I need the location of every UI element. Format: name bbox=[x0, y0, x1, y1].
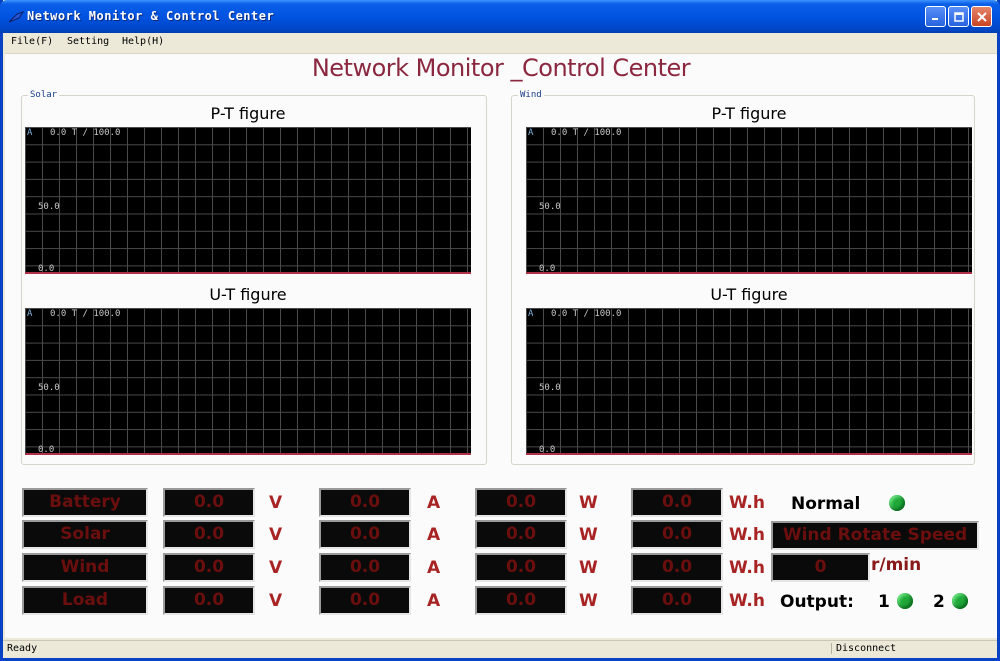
axis-top-label: 0.0 T / 100.0 bbox=[551, 128, 622, 138]
unit-wh: W.h bbox=[729, 525, 765, 545]
unit-v: V bbox=[269, 525, 283, 545]
normal-led-icon bbox=[889, 495, 905, 511]
value-wind-wh: 0.0 bbox=[631, 553, 723, 582]
axis-top-label: 0.0 T / 100.0 bbox=[50, 309, 121, 319]
output-1-led-icon bbox=[897, 593, 913, 609]
window-title: Network Monitor & Control Center bbox=[27, 9, 275, 23]
value-battery-w: 0.0 bbox=[475, 488, 567, 517]
value-wind-v: 0.0 bbox=[163, 553, 255, 582]
row-label-battery: Battery bbox=[22, 488, 148, 517]
status-bar: Ready Disconnect bbox=[3, 640, 997, 658]
axis-mid-label: 50.0 bbox=[539, 383, 561, 393]
status-connection: Disconnect bbox=[831, 643, 995, 654]
value-load-v: 0.0 bbox=[163, 586, 255, 615]
solar-group: Solar P-T figure A 0.0 T / 100.0 50.0 0.… bbox=[21, 90, 487, 465]
wind-group-label: Wind bbox=[518, 90, 544, 100]
trace-line bbox=[25, 453, 471, 455]
value-load-a: 0.0 bbox=[319, 586, 411, 615]
output-1-label: 1 bbox=[878, 592, 890, 612]
unit-v: V bbox=[269, 591, 283, 611]
axis-unit: A bbox=[528, 128, 534, 138]
maximize-icon[interactable] bbox=[948, 6, 969, 27]
unit-a: A bbox=[427, 591, 441, 611]
unit-w: W bbox=[579, 591, 598, 611]
axis-mid-label: 50.0 bbox=[38, 202, 60, 212]
wind-speed-unit: r/min bbox=[871, 555, 922, 575]
wind-speed-label: Wind Rotate Speed bbox=[771, 521, 979, 550]
unit-a: A bbox=[427, 493, 441, 513]
axis-unit: A bbox=[528, 309, 534, 319]
status-ready: Ready bbox=[7, 643, 38, 654]
unit-v: V bbox=[269, 558, 283, 578]
output-2-label: 2 bbox=[933, 592, 945, 612]
menu-setting[interactable]: Setting bbox=[67, 36, 109, 47]
value-battery-a: 0.0 bbox=[319, 488, 411, 517]
menu-help[interactable]: Help(H) bbox=[122, 36, 164, 47]
wind-ut-title: U-T figure bbox=[710, 285, 788, 304]
value-solar-a: 0.0 bbox=[319, 520, 411, 549]
unit-w: W bbox=[579, 525, 598, 545]
output-2-led-icon bbox=[952, 593, 968, 609]
unit-w: W bbox=[579, 558, 598, 578]
wind-speed-value: 0 bbox=[771, 553, 870, 582]
axis-top-label: 0.0 T / 100.0 bbox=[50, 128, 121, 138]
value-battery-v: 0.0 bbox=[163, 488, 255, 517]
main-window: Network Monitor & Control Center File(F)… bbox=[0, 0, 1000, 661]
row-label-load: Load bbox=[22, 586, 148, 615]
solar-ut-title: U-T figure bbox=[209, 285, 287, 304]
unit-a: A bbox=[427, 558, 441, 578]
value-solar-v: 0.0 bbox=[163, 520, 255, 549]
value-load-w: 0.0 bbox=[475, 586, 567, 615]
value-wind-w: 0.0 bbox=[475, 553, 567, 582]
row-label-solar: Solar bbox=[22, 520, 148, 549]
value-battery-wh: 0.0 bbox=[631, 488, 723, 517]
status-normal: Normal bbox=[791, 494, 861, 514]
close-icon[interactable] bbox=[971, 6, 992, 27]
trace-line bbox=[526, 453, 972, 455]
unit-wh: W.h bbox=[729, 558, 765, 578]
client-area: Network Monitor _Control Center Solar P-… bbox=[5, 53, 997, 638]
menu-bar: File(F) Setting Help(H) bbox=[3, 33, 997, 52]
trace-line bbox=[25, 272, 471, 274]
wind-pt-title: P-T figure bbox=[711, 104, 787, 123]
output-label: Output: bbox=[780, 592, 854, 612]
unit-a: A bbox=[427, 525, 441, 545]
axis-mid-label: 50.0 bbox=[38, 383, 60, 393]
wind-group: Wind P-T figure A 0.0 T / 100.0 50.0 0.0… bbox=[511, 90, 975, 465]
solar-ut-chart: A 0.0 T / 100.0 50.0 0.0 bbox=[25, 308, 471, 455]
unit-w: W bbox=[579, 493, 598, 513]
wind-pt-chart: A 0.0 T / 100.0 50.0 0.0 bbox=[526, 127, 972, 274]
app-icon bbox=[8, 11, 24, 23]
wind-ut-chart: A 0.0 T / 100.0 50.0 0.0 bbox=[526, 308, 972, 455]
unit-wh: W.h bbox=[729, 493, 765, 513]
value-load-wh: 0.0 bbox=[631, 586, 723, 615]
solar-pt-title: P-T figure bbox=[210, 104, 286, 123]
axis-mid-label: 50.0 bbox=[539, 202, 561, 212]
axis-unit: A bbox=[27, 128, 33, 138]
value-wind-a: 0.0 bbox=[319, 553, 411, 582]
axis-top-label: 0.0 T / 100.0 bbox=[551, 309, 622, 319]
unit-v: V bbox=[269, 493, 283, 513]
value-solar-w: 0.0 bbox=[475, 520, 567, 549]
row-label-wind: Wind bbox=[22, 553, 148, 582]
axis-unit: A bbox=[27, 309, 33, 319]
value-solar-wh: 0.0 bbox=[631, 520, 723, 549]
unit-wh: W.h bbox=[729, 591, 765, 611]
menu-file[interactable]: File(F) bbox=[11, 36, 53, 47]
trace-line bbox=[526, 272, 972, 274]
app-title: Network Monitor _Control Center bbox=[311, 54, 691, 82]
solar-group-label: Solar bbox=[28, 90, 60, 100]
minimize-icon[interactable] bbox=[925, 6, 946, 27]
solar-pt-chart: A 0.0 T / 100.0 50.0 0.0 bbox=[25, 127, 471, 274]
title-bar[interactable]: Network Monitor & Control Center bbox=[0, 0, 1000, 33]
